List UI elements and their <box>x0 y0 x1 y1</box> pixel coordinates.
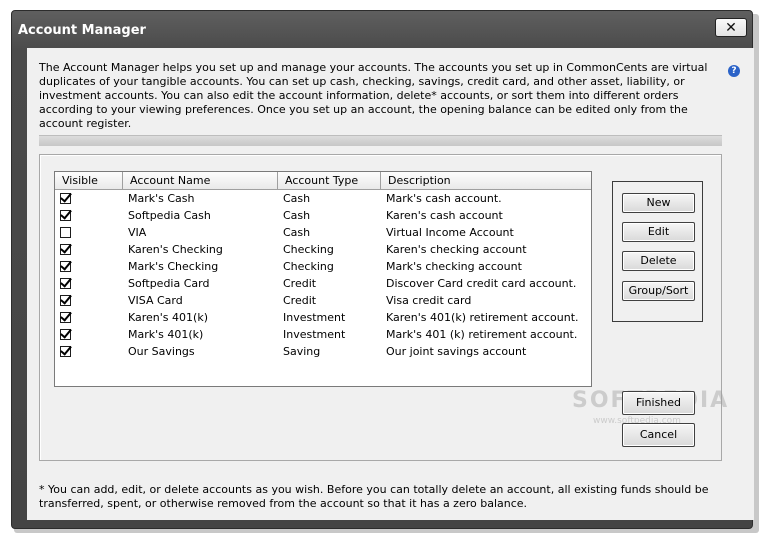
description-cell: Mark's checking account <box>386 260 522 273</box>
visible-cell <box>55 190 123 207</box>
dialog-client-area: The Account Manager helps you set up and… <box>27 48 754 520</box>
column-header-visible[interactable]: Visible <box>55 172 123 189</box>
account-name-cell: Mark's Cash <box>128 192 195 205</box>
description-cell: Virtual Income Account <box>386 226 514 239</box>
account-type-cell: Credit <box>283 277 317 290</box>
description-cell: Mark's 401 (k) retirement account. <box>386 328 578 341</box>
account-name-cell: Softpedia Card <box>128 277 210 290</box>
visible-cell <box>55 275 123 292</box>
description-cell: Discover Card credit card account. <box>386 277 577 290</box>
description-cell: Visa credit card <box>386 294 472 307</box>
table-row[interactable]: Mark's Checking Checking Mark's checking a… <box>55 258 591 275</box>
table-row[interactable]: VISA Card Credit Visa credit card <box>55 292 591 309</box>
column-header-account-name[interactable]: Account Name <box>123 172 278 189</box>
table-row[interactable]: Mark's 401(k) Investment Mark's 401 (k) re… <box>55 326 591 343</box>
visible-checkbox[interactable] <box>60 329 71 340</box>
list-header: Visible Account Name Account Type Descri… <box>55 172 591 190</box>
table-row[interactable]: Our Savings Saving Our joint savings accou… <box>55 343 591 360</box>
visible-cell <box>55 224 123 241</box>
close-button[interactable]: ✕ <box>715 18 747 37</box>
table-row[interactable]: Karen's 401(k) Investment Karen's 401(k) r… <box>55 309 591 326</box>
cancel-button[interactable]: Cancel <box>622 423 695 447</box>
account-name-cell: VIA <box>128 226 147 239</box>
delete-button[interactable]: Delete <box>622 251 695 271</box>
description-cell: Karen's cash account <box>386 209 503 222</box>
account-name-cell: Softpedia Cash <box>128 209 211 222</box>
help-icon[interactable]: ? <box>728 65 740 77</box>
account-type-cell: Credit <box>283 294 317 307</box>
account-type-cell: Cash <box>283 192 311 205</box>
account-name-cell: VISA Card <box>128 294 183 307</box>
account-type-cell: Saving <box>283 345 321 358</box>
visible-cell <box>55 326 123 343</box>
visible-checkbox[interactable] <box>60 261 71 272</box>
list-rows: Mark's Cash Cash Mark's cash account. Softp… <box>55 190 591 360</box>
visible-checkbox[interactable] <box>60 312 71 323</box>
finished-button[interactable]: Finished <box>622 391 695 415</box>
account-name-cell: Mark's 401(k) <box>128 328 204 341</box>
column-header-account-type[interactable]: Account Type <box>278 172 381 189</box>
account-name-cell: Karen's 401(k) <box>128 311 208 324</box>
new-button[interactable]: New <box>622 193 695 213</box>
description-cell: Mark's cash account. <box>386 192 502 205</box>
account-type-cell: Cash <box>283 209 311 222</box>
description-cell: Our joint savings account <box>386 345 527 358</box>
account-type-cell: Checking <box>283 243 334 256</box>
separator-bar <box>39 135 722 146</box>
account-type-cell: Cash <box>283 226 311 239</box>
table-row[interactable]: Softpedia Card Credit Discover Card credit… <box>55 275 591 292</box>
visible-cell <box>55 309 123 326</box>
account-type-cell: Investment <box>283 311 346 324</box>
visible-checkbox[interactable] <box>60 244 71 255</box>
table-row[interactable]: Mark's Cash Cash Mark's cash account. <box>55 190 591 207</box>
visible-cell <box>55 258 123 275</box>
account-name-cell: Mark's Checking <box>128 260 219 273</box>
account-type-cell: Checking <box>283 260 334 273</box>
visible-checkbox[interactable] <box>60 193 71 204</box>
accounts-list[interactable]: Visible Account Name Account Type Descri… <box>54 171 592 387</box>
visible-cell <box>55 292 123 309</box>
table-row[interactable]: Karen's Checking Checking Karen's checking… <box>55 241 591 258</box>
visible-checkbox[interactable] <box>60 346 71 357</box>
intro-text: The Account Manager helps you set up and… <box>39 61 708 130</box>
table-row[interactable]: VIA Cash Virtual Income Account <box>55 224 591 241</box>
table-row[interactable]: Softpedia Cash Cash Karen's cash account <box>55 207 591 224</box>
visible-checkbox[interactable] <box>60 227 71 238</box>
visible-checkbox[interactable] <box>60 210 71 221</box>
visible-cell <box>55 343 123 360</box>
account-type-cell: Investment <box>283 328 346 341</box>
group-sort-button[interactable]: Group/Sort <box>622 281 695 301</box>
account-name-cell: Our Savings <box>128 345 195 358</box>
column-header-description[interactable]: Description <box>381 172 589 189</box>
window-title: Account Manager <box>18 23 146 38</box>
footnote-text: * You can add, edit, or delete accounts … <box>39 483 709 510</box>
visible-cell <box>55 207 123 224</box>
description-cell: Karen's 401(k) retirement account. <box>386 311 579 324</box>
visible-checkbox[interactable] <box>60 295 71 306</box>
account-name-cell: Karen's Checking <box>128 243 223 256</box>
close-icon: ✕ <box>725 19 737 36</box>
visible-checkbox[interactable] <box>60 278 71 289</box>
edit-button[interactable]: Edit <box>622 222 695 242</box>
visible-cell <box>55 241 123 258</box>
description-cell: Karen's checking account <box>386 243 527 256</box>
